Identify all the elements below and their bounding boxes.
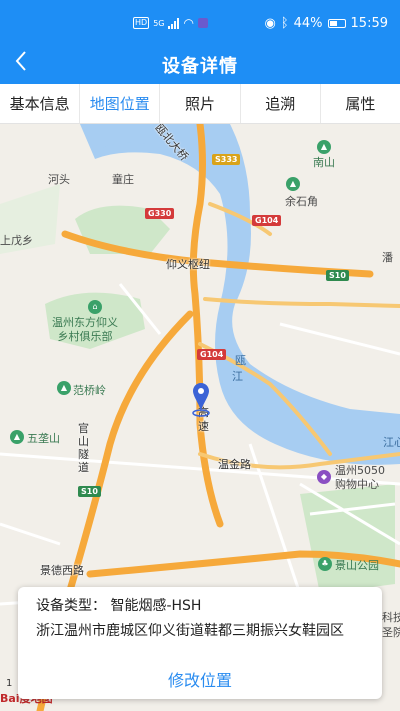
road-shield-s333: S333 bbox=[212, 154, 241, 165]
map-label-shangcheng: 上戊乡 bbox=[0, 234, 33, 247]
tab-basic-info[interactable]: 基本信息 bbox=[0, 84, 81, 123]
map-label-yiyi-hub: 仰义枢纽 bbox=[166, 258, 210, 271]
road-shield-g330: G330 bbox=[145, 208, 175, 219]
battery-percent: 44% bbox=[293, 16, 323, 31]
page-title: 设备详情 bbox=[162, 56, 238, 77]
map-scale: 1 bbox=[6, 678, 13, 689]
map-label-fanqiao: 范桥岭 bbox=[73, 384, 106, 397]
shopping-poi-icon: ◆ bbox=[317, 470, 331, 484]
park-poi-icon: ♣ bbox=[318, 557, 332, 571]
map-label-shenguan: 圣院 bbox=[382, 626, 400, 639]
tab-photos[interactable]: 照片 bbox=[160, 84, 241, 123]
clock: 15:59 bbox=[350, 16, 388, 31]
mountain-poi-icon-2: ▲ bbox=[286, 177, 300, 191]
status-left: HD 5G ◠ bbox=[133, 16, 208, 30]
device-info-card: 设备类型： 智能烟感-HSH 浙江温州市鹿城区仰义街道鞋都三期振兴女鞋园区 修改… bbox=[18, 587, 382, 699]
tab-properties[interactable]: 属性 bbox=[321, 84, 400, 123]
map-label-jiangxin: 江心 bbox=[383, 436, 400, 449]
title-bar: 设备详情 bbox=[0, 46, 400, 84]
club-poi-icon: ⌂ bbox=[88, 300, 102, 314]
wuguishan-poi-icon: ▲ bbox=[10, 430, 24, 444]
map-label-wuguishan: 五垄山 bbox=[27, 432, 60, 445]
map-label-club: 温州东方仰义 乡村俱乐部 bbox=[52, 316, 118, 343]
device-type-label: 设备类型： bbox=[36, 598, 106, 614]
map-label-ou: 瓯 bbox=[235, 354, 246, 367]
bluetooth-icon: ᛒ bbox=[280, 16, 289, 31]
map-label-jingshan-park: 景山公园 bbox=[335, 559, 379, 572]
map-label-keji: 科技 bbox=[382, 611, 400, 624]
battery-icon bbox=[327, 19, 346, 28]
map-label-mall: 温州5050 购物中心 bbox=[335, 464, 385, 491]
map-label-tongqian: 童庄 bbox=[112, 173, 134, 186]
map-label-yushijiao: 余石角 bbox=[285, 195, 318, 208]
map-label-jingde-road: 景德西路 bbox=[40, 564, 84, 577]
mountain-poi-icon: ▲ bbox=[317, 140, 331, 154]
road-shield-s10-east: S10 bbox=[326, 270, 349, 281]
status-right: ◉ ᛒ 44% 15:59 bbox=[264, 16, 388, 31]
tab-map-location[interactable]: 地图位置 bbox=[80, 84, 161, 123]
tab-bar: 基本信息 地图位置 照片 追溯 属性 bbox=[0, 84, 400, 124]
signal-icon bbox=[168, 17, 180, 29]
map-label-wenjin-road: 温金路 bbox=[218, 458, 251, 471]
eye-icon: ◉ bbox=[264, 16, 276, 31]
network-type: 5G bbox=[153, 18, 165, 28]
device-address: 浙江温州市鹿城区仰义街道鞋都三期振兴女鞋园区 bbox=[36, 623, 344, 639]
tab-trace[interactable]: 追溯 bbox=[241, 84, 321, 123]
map-label-nanshan: 南山 bbox=[313, 156, 335, 169]
status-bar: HD 5G ◠ ◉ ᛒ 44% 15:59 bbox=[0, 0, 400, 46]
map-label-hetou: 河头 bbox=[48, 173, 70, 186]
hd-badge: HD bbox=[133, 17, 150, 29]
road-shield-g104-north: G104 bbox=[252, 215, 282, 226]
app-notification-icon bbox=[197, 18, 208, 28]
edit-location-button[interactable]: 修改位置 bbox=[18, 667, 382, 691]
road-shield-s10-west: S10 bbox=[78, 486, 101, 497]
device-type-value: 智能烟感-HSH bbox=[110, 598, 202, 614]
fanqiao-poi-icon: ▲ bbox=[57, 381, 71, 395]
map-label-guanshan-tunnel: 官山隧道 bbox=[78, 422, 89, 474]
map-label-jiang: 江 bbox=[232, 370, 243, 383]
map-label-pan: 潘 bbox=[382, 251, 393, 264]
road-shield-g104-south: G104 bbox=[197, 349, 227, 360]
device-type-row: 设备类型： 智能烟感-HSH bbox=[36, 595, 364, 617]
wifi-icon: ◠ bbox=[183, 16, 194, 30]
